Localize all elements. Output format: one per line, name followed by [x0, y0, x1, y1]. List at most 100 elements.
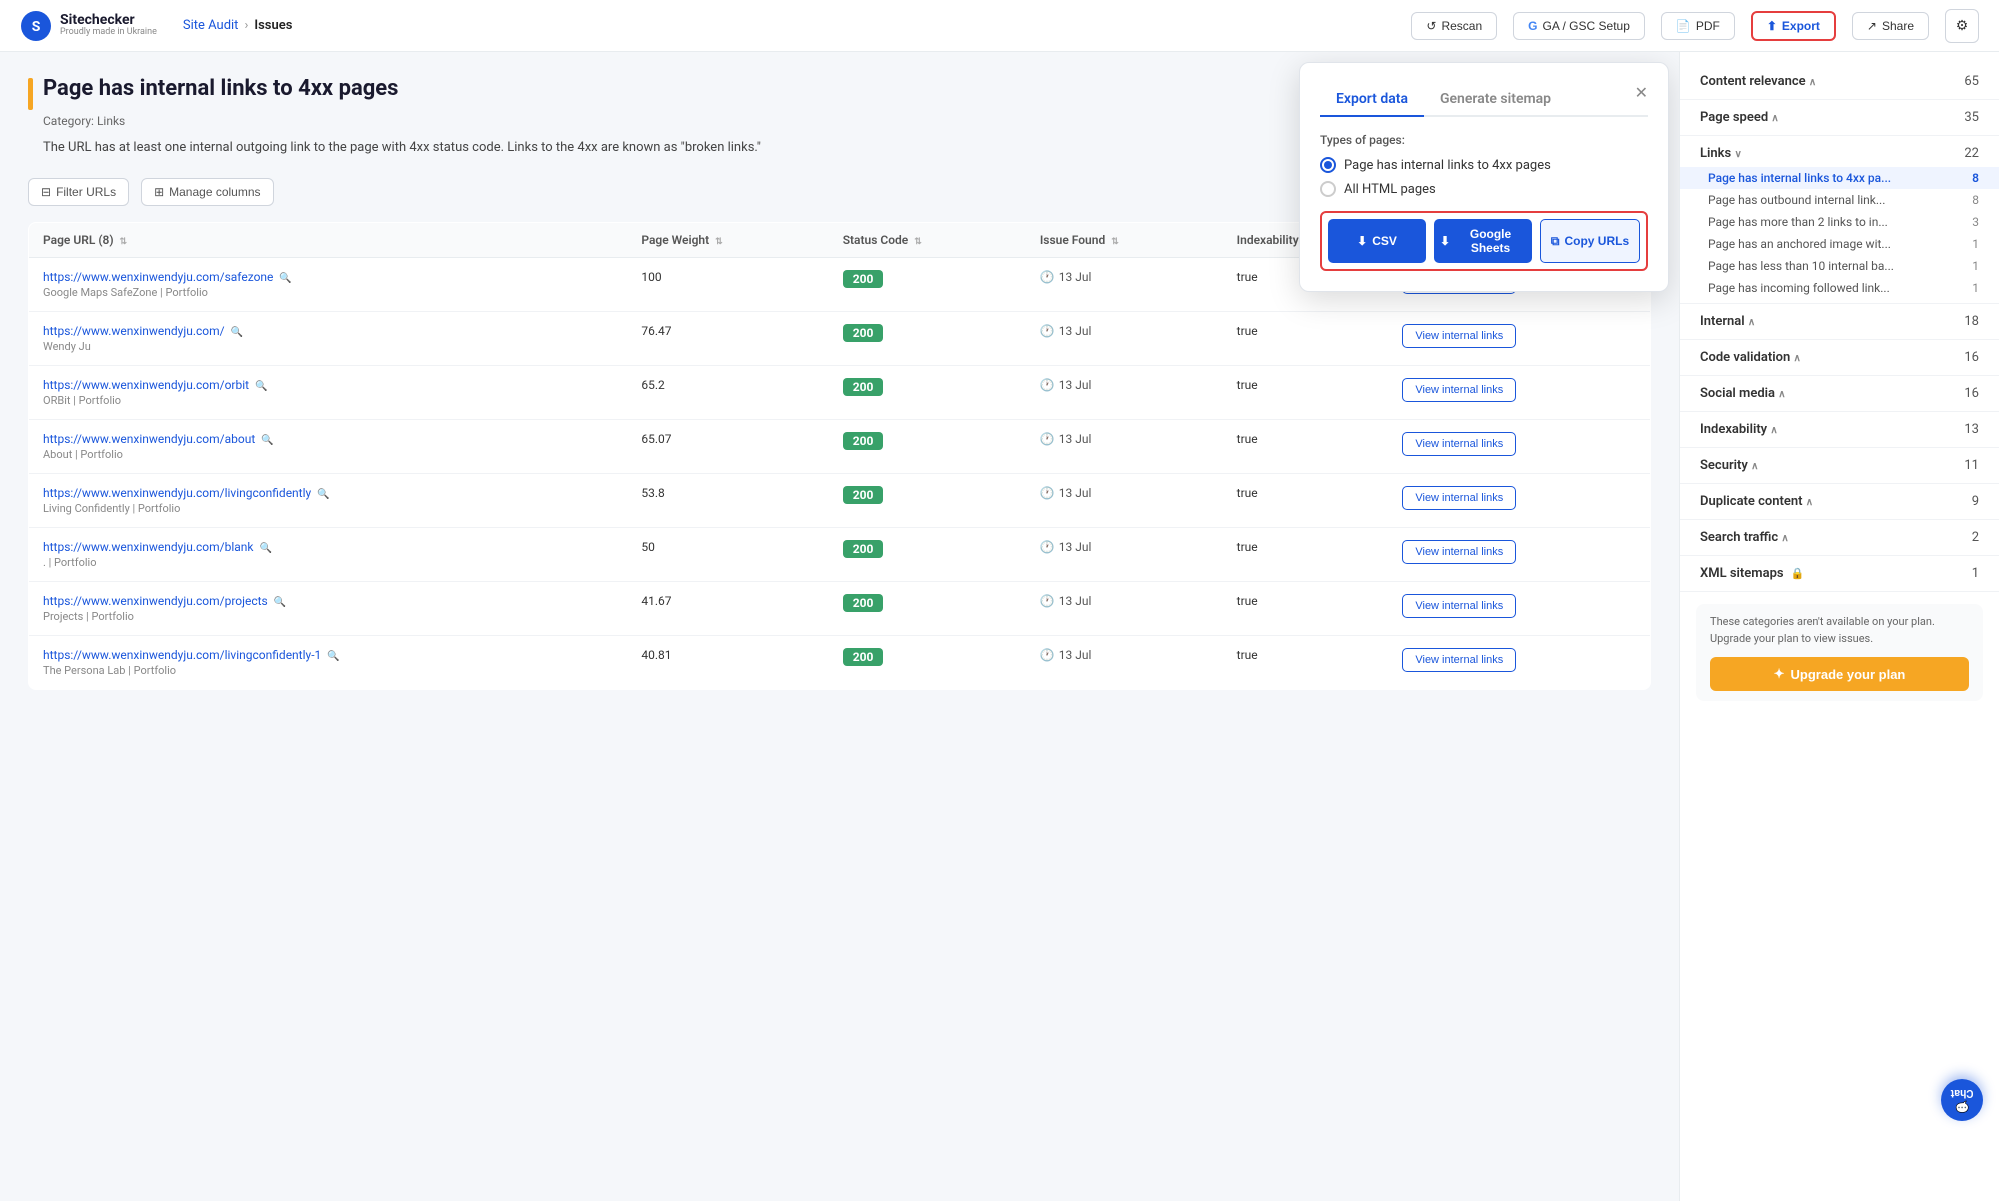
export-data-tab[interactable]: Export data: [1320, 83, 1424, 117]
settings-button[interactable]: ⚙: [1945, 9, 1979, 43]
cell-weight-3: 65.07: [627, 419, 828, 473]
orange-bar: [28, 78, 33, 110]
cell-action-5: View internal links: [1388, 527, 1650, 581]
ga-gsc-button[interactable]: G GA / GSC Setup: [1513, 12, 1645, 40]
filter-urls-button[interactable]: ⊟ Filter URLs: [28, 178, 129, 206]
url-link-6[interactable]: https://www.wenxinwendyju.com/projects: [43, 594, 268, 608]
breadcrumb-parent[interactable]: Site Audit: [183, 18, 239, 33]
url-link-2[interactable]: https://www.wenxinwendyju.com/orbit: [43, 378, 249, 392]
sidebar-category-4[interactable]: Code validation ∧ 16: [1680, 344, 1999, 371]
sidebar-cat-label-9: Search traffic ∧: [1700, 530, 1789, 545]
date-icon-3: 🕐: [1040, 432, 1055, 446]
col-status-code[interactable]: Status Code ⇅: [829, 222, 1026, 257]
sidebar-chevron-7: ∧: [1751, 461, 1758, 472]
cell-status-3: 200: [829, 419, 1026, 473]
col-page-url[interactable]: Page URL (8) ⇅: [29, 222, 628, 257]
table-row: https://www.wenxinwendyju.com/livingconf…: [29, 635, 1651, 689]
status-badge-2: 200: [843, 378, 884, 396]
url-link-5[interactable]: https://www.wenxinwendyju.com/blank: [43, 540, 253, 554]
cell-weight-4: 53.8: [627, 473, 828, 527]
sidebar-item-label-2-0: Page has internal links to 4xx pa...: [1708, 171, 1891, 185]
sidebar-item-count-2-2: 3: [1972, 215, 1979, 229]
sidebar-cat-count-9: 2: [1972, 530, 1979, 545]
sidebar-category-3[interactable]: Internal ∧ 18: [1680, 308, 1999, 335]
cell-weight-0: 100: [627, 257, 828, 311]
sidebar-item-2-3[interactable]: Page has an anchored image wit... 1: [1680, 233, 1999, 255]
cell-date-3: 🕐 13 Jul: [1026, 419, 1223, 473]
sidebar-category-1[interactable]: Page speed ∧ 35: [1680, 104, 1999, 131]
sidebar-category-0[interactable]: Content relevance ∧ 65: [1680, 68, 1999, 95]
sidebar-cat-label-2: Links ∨: [1700, 146, 1742, 161]
url-link-0[interactable]: https://www.wenxinwendyju.com/safezone: [43, 270, 273, 284]
view-internal-links-btn-4[interactable]: View internal links: [1402, 486, 1516, 510]
view-internal-links-btn-3[interactable]: View internal links: [1402, 432, 1516, 456]
upgrade-box: These categories aren't available on you…: [1696, 604, 1983, 701]
cell-indexability-1: true: [1223, 311, 1389, 365]
sidebar-item-2-2[interactable]: Page has more than 2 links to in... 3: [1680, 211, 1999, 233]
radio-item-4xx[interactable]: Page has internal links to 4xx pages: [1320, 157, 1648, 173]
sidebar-category-6[interactable]: Indexability ∧ 13: [1680, 416, 1999, 443]
pdf-button[interactable]: 📄 PDF: [1661, 12, 1735, 40]
radio-item-all-html[interactable]: All HTML pages: [1320, 181, 1648, 197]
view-internal-links-btn-5[interactable]: View internal links: [1402, 540, 1516, 564]
sidebar-divider-7: [1680, 483, 1999, 484]
table-row: https://www.wenxinwendyju.com/projects 🔍…: [29, 581, 1651, 635]
export-button[interactable]: ⬆ Export: [1751, 11, 1836, 41]
share-button[interactable]: ↗ Share: [1852, 12, 1929, 40]
status-badge-6: 200: [843, 594, 884, 612]
cell-url-4: https://www.wenxinwendyju.com/livingconf…: [29, 473, 628, 527]
status-badge-3: 200: [843, 432, 884, 450]
url-link-7[interactable]: https://www.wenxinwendyju.com/livingconf…: [43, 648, 321, 662]
view-internal-links-btn-6[interactable]: View internal links: [1402, 594, 1516, 618]
cell-date-4: 🕐 13 Jul: [1026, 473, 1223, 527]
date-icon-2: 🕐: [1040, 378, 1055, 392]
sidebar-category-10[interactable]: XML sitemaps 🔒 1: [1680, 560, 1999, 587]
radio-circle-all: [1320, 181, 1336, 197]
upgrade-button[interactable]: ✦ Upgrade your plan: [1710, 657, 1969, 691]
sort-status: ⇅: [914, 237, 922, 247]
sidebar-item-2-0[interactable]: Page has internal links to 4xx pa... 8: [1680, 167, 1999, 189]
view-internal-links-btn-1[interactable]: View internal links: [1402, 324, 1516, 348]
date-icon-1: 🕐: [1040, 324, 1055, 338]
chat-widget[interactable]: 💬 Chat: [1941, 1079, 1983, 1121]
cell-status-2: 200: [829, 365, 1026, 419]
col-issue-found[interactable]: Issue Found ⇅: [1026, 222, 1223, 257]
col-page-weight[interactable]: Page Weight ⇅: [627, 222, 828, 257]
url-link-3[interactable]: https://www.wenxinwendyju.com/about: [43, 432, 255, 446]
google-sheets-button[interactable]: ⬇ Google Sheets: [1434, 219, 1532, 263]
search-icon-2: 🔍: [255, 381, 267, 392]
sidebar-divider-2: [1680, 303, 1999, 304]
export-icon: ⬆: [1767, 19, 1777, 33]
sidebar-category-5[interactable]: Social media ∧ 16: [1680, 380, 1999, 407]
generate-sitemap-tab[interactable]: Generate sitemap: [1424, 83, 1567, 117]
table-row: https://www.wenxinwendyju.com/orbit 🔍 OR…: [29, 365, 1651, 419]
sidebar-cat-count-10: 1: [1972, 566, 1979, 581]
date-val-6: 13 Jul: [1059, 594, 1092, 608]
csv-button[interactable]: ⬇ CSV: [1328, 219, 1426, 263]
rescan-button[interactable]: ↺ Rescan: [1411, 12, 1497, 40]
sidebar-category-2[interactable]: Links ∨ 22: [1680, 140, 1999, 167]
filter-icon: ⊟: [41, 185, 51, 199]
upgrade-text: These categories aren't available on you…: [1710, 614, 1969, 647]
view-internal-links-btn-7[interactable]: View internal links: [1402, 648, 1516, 672]
cell-status-0: 200: [829, 257, 1026, 311]
table-body: https://www.wenxinwendyju.com/safezone 🔍…: [29, 257, 1651, 689]
manage-columns-button[interactable]: ⊞ Manage columns: [141, 178, 273, 206]
cell-indexability-6: true: [1223, 581, 1389, 635]
cell-indexability-3: true: [1223, 419, 1389, 473]
sidebar-category-8[interactable]: Duplicate content ∧ 9: [1680, 488, 1999, 515]
view-internal-links-btn-2[interactable]: View internal links: [1402, 378, 1516, 402]
sidebar-category-7[interactable]: Security ∧ 11: [1680, 452, 1999, 479]
sidebar-item-2-4[interactable]: Page has less than 10 internal ba... 1: [1680, 255, 1999, 277]
url-subtitle-6: Projects | Portfolio: [43, 610, 613, 623]
cell-url-7: https://www.wenxinwendyju.com/livingconf…: [29, 635, 628, 689]
sidebar-item-2-1[interactable]: Page has outbound internal link... 8: [1680, 189, 1999, 211]
close-popup-button[interactable]: ✕: [1635, 83, 1648, 115]
url-link-4[interactable]: https://www.wenxinwendyju.com/livingconf…: [43, 486, 311, 500]
sidebar-item-2-5[interactable]: Page has incoming followed link... 1: [1680, 277, 1999, 299]
url-link-1[interactable]: https://www.wenxinwendyju.com/: [43, 324, 225, 338]
logo[interactable]: S Sitechecker Proudly made in Ukraine: [20, 10, 157, 42]
date-val-7: 13 Jul: [1059, 648, 1092, 662]
sidebar-category-9[interactable]: Search traffic ∧ 2: [1680, 524, 1999, 551]
copy-urls-button[interactable]: ⧉ Copy URLs: [1540, 219, 1640, 263]
